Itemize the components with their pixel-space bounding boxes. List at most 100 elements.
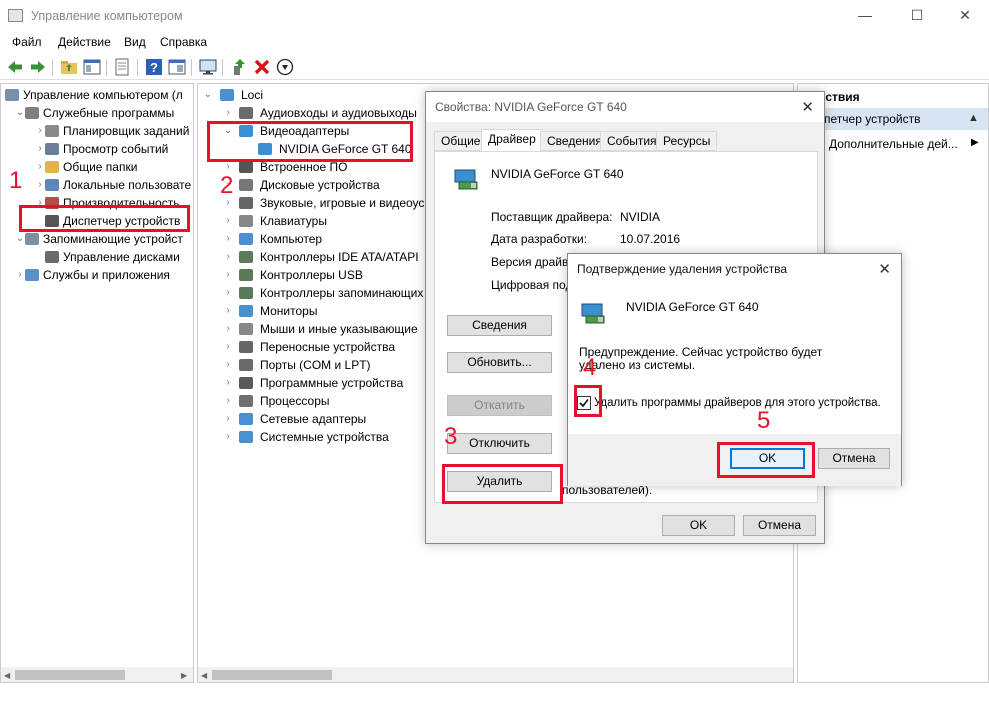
- console-tree-item-label: Планировщик заданий: [63, 124, 190, 138]
- collapse-arrow-icon[interactable]: ›: [223, 284, 233, 302]
- collapse-arrow-icon[interactable]: ›: [223, 104, 233, 122]
- annotation-number-4: 4: [583, 354, 597, 381]
- tree-node-icon: [45, 125, 59, 137]
- uninstall-red-x-icon[interactable]: [253, 58, 271, 76]
- console-tree-item-label: Управление компьютером (л: [23, 88, 183, 102]
- download-circle-icon[interactable]: [276, 58, 294, 76]
- properties-close-button[interactable]: ✕: [801, 98, 814, 116]
- collapse-arrow-icon[interactable]: ›: [223, 320, 233, 338]
- maximize-button[interactable]: ☐: [902, 4, 932, 26]
- disable-device-button[interactable]: Отключить: [447, 433, 552, 454]
- collapse-arrow-icon[interactable]: ›: [223, 392, 233, 410]
- menu-help[interactable]: Справка: [160, 35, 207, 49]
- tab-details[interactable]: Сведения: [540, 131, 609, 151]
- export-list-icon[interactable]: [113, 58, 131, 76]
- collapse-arrow-icon[interactable]: ›: [35, 158, 45, 176]
- tab-resources[interactable]: Ресурсы: [656, 131, 718, 151]
- collapse-arrow-icon[interactable]: ›: [35, 140, 45, 158]
- scroll-thumb[interactable]: [15, 670, 125, 680]
- collapse-arrow-icon[interactable]: ›: [223, 266, 233, 284]
- show-hide-tree-icon[interactable]: [83, 58, 101, 76]
- console-tree-item-label: Просмотр событий: [63, 142, 169, 156]
- cpu-icon: [239, 395, 253, 407]
- collapse-arrow-icon[interactable]: ›: [35, 122, 45, 140]
- console-tree-item[interactable]: › Локальные пользовате: [1, 176, 193, 194]
- device-tree-item-label: Клавиатуры: [260, 214, 327, 228]
- collapse-arrow-icon[interactable]: ›: [223, 356, 233, 374]
- menu-file[interactable]: Файл: [12, 35, 42, 49]
- collapse-arrow-icon[interactable]: ›: [223, 248, 233, 266]
- back-arrow-icon[interactable]: [6, 58, 24, 76]
- console-tree-item[interactable]: › Службы и приложения: [1, 266, 193, 284]
- tab-general[interactable]: Общие: [434, 131, 488, 151]
- device-tree-item-label: Звуковые, игровые и видеоус: [260, 196, 425, 210]
- remove-driver-checkbox-label[interactable]: Удалить программы драйверов для этого ус…: [594, 397, 881, 409]
- highlight-checkbox: [574, 385, 602, 417]
- rollback-driver-button[interactable]: Откатить: [447, 395, 552, 416]
- minimize-button[interactable]: —: [850, 4, 880, 26]
- confirm-close-button[interactable]: ✕: [878, 260, 891, 278]
- collapse-arrow-icon[interactable]: ›: [223, 230, 233, 248]
- device-tree-item-label: Процессоры: [260, 394, 330, 408]
- up-folder-icon[interactable]: [60, 58, 78, 76]
- device-tree-item-label: Программные устройства: [260, 376, 404, 390]
- port-icon: [239, 359, 253, 371]
- console-tree-item[interactable]: › Планировщик заданий: [1, 122, 193, 140]
- console-tree-item[interactable]: Управление компьютером (л: [1, 86, 193, 104]
- firmware-icon: [239, 161, 253, 173]
- tab-events[interactable]: События: [600, 131, 664, 151]
- tab-driver[interactable]: Драйвер: [481, 129, 543, 151]
- menu-bar: Файл Действие Вид Справка: [0, 32, 989, 52]
- properties-ok-button[interactable]: OK: [662, 515, 735, 536]
- console-tree-item[interactable]: › Общие папки: [1, 158, 193, 176]
- help-icon[interactable]: ?: [145, 58, 163, 76]
- collapse-arrow-icon[interactable]: ▲: [968, 112, 979, 124]
- scroll-thumb[interactable]: [212, 670, 332, 680]
- keyboard-icon: [239, 215, 253, 227]
- highlight-uninstall-button: [442, 464, 563, 504]
- actions-device-manager-group[interactable]: спетчер устройств ▲: [798, 108, 988, 130]
- expand-arrow-icon[interactable]: ⌄: [15, 104, 25, 122]
- menu-view[interactable]: Вид: [124, 35, 146, 49]
- driver-info-label: Поставщик драйвера:: [491, 210, 613, 224]
- console-tree-item[interactable]: › Просмотр событий: [1, 140, 193, 158]
- update-driver-icon[interactable]: [230, 58, 248, 76]
- close-button[interactable]: ✕: [950, 4, 980, 26]
- toolbar: ?: [0, 54, 989, 80]
- expand-arrow-icon[interactable]: ⌄: [203, 86, 213, 104]
- usb-icon: [239, 269, 253, 281]
- properties-icon[interactable]: [168, 58, 186, 76]
- device-tree-item-label: Переносные устройства: [260, 340, 396, 354]
- properties-cancel-button[interactable]: Отмена: [743, 515, 816, 536]
- device-tree-item-label: Контроллеры запоминающих: [260, 286, 424, 300]
- collapse-arrow-icon[interactable]: ›: [223, 338, 233, 356]
- tree-node-icon: [45, 161, 59, 173]
- portable-icon: [239, 341, 253, 353]
- driver-details-button[interactable]: Сведения: [447, 315, 552, 336]
- collapse-arrow-icon[interactable]: ›: [223, 374, 233, 392]
- collapse-arrow-icon[interactable]: ›: [223, 428, 233, 446]
- console-tree-item-label: Запоминающие устройст: [43, 232, 183, 246]
- middle-horizontal-scrollbar[interactable]: ◀: [198, 667, 793, 682]
- expand-arrow-icon[interactable]: ⌄: [15, 230, 25, 248]
- menu-action[interactable]: Действие: [58, 35, 111, 49]
- forward-arrow-icon[interactable]: [29, 58, 47, 76]
- confirm-cancel-button[interactable]: Отмена: [818, 448, 890, 469]
- collapse-arrow-icon[interactable]: ›: [15, 266, 25, 284]
- console-tree-item[interactable]: ⌄ Запоминающие устройст: [1, 230, 193, 248]
- collapse-arrow-icon[interactable]: ›: [223, 410, 233, 428]
- monitor-icon[interactable]: [199, 58, 217, 76]
- collapse-arrow-icon[interactable]: ›: [223, 302, 233, 320]
- annotation-number-5: 5: [757, 407, 771, 434]
- update-driver-button[interactable]: Обновить...: [447, 352, 552, 373]
- driver-info-label: Дата разработки:: [491, 232, 588, 246]
- left-horizontal-scrollbar[interactable]: ◀ ▶: [1, 667, 193, 682]
- collapse-arrow-icon[interactable]: ›: [35, 176, 45, 194]
- collapse-arrow-icon[interactable]: ›: [223, 212, 233, 230]
- console-tree-item-label: Локальные пользовате: [63, 178, 192, 192]
- console-tree-item[interactable]: ⌄ Служебные программы: [1, 104, 193, 122]
- actions-more[interactable]: Дополнительные дей... ▶: [798, 134, 988, 154]
- console-tree-item[interactable]: Управление дисками: [1, 248, 193, 266]
- actions-group-label: спетчер устройств: [818, 112, 921, 126]
- window-title: Управление компьютером: [31, 9, 183, 23]
